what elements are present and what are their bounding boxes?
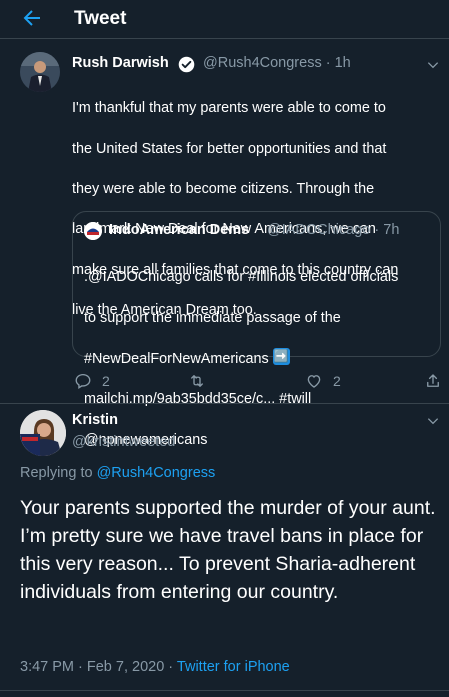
quote-avatar xyxy=(84,222,102,240)
tweet-meta: 3:47 PM · Feb 7, 2020 · Twitter for iPho… xyxy=(20,659,290,675)
chevron-down-icon[interactable] xyxy=(426,58,440,72)
tweet-source-link[interactable]: Twitter for iPhone xyxy=(177,659,290,675)
quoted-tweet-card[interactable]: IndoAmerican Dems @IADOChicago · 7h .@IA… xyxy=(72,211,441,448)
reply-text: Your parents supported the murder of you… xyxy=(20,497,436,603)
tweet-divider xyxy=(0,403,449,404)
quote-time: · 7h xyxy=(374,222,400,238)
back-arrow-icon[interactable] xyxy=(20,6,44,30)
tweet-line: they were able to become citizens. Throu… xyxy=(72,181,375,198)
quote-avatar-logo xyxy=(84,222,102,240)
handle-text: @Rush4Congress xyxy=(203,55,322,71)
quote-author-name: IndoAmerican Dems xyxy=(109,222,250,238)
share-icon xyxy=(427,374,439,387)
avatar-photo xyxy=(20,52,60,92)
share-button[interactable] xyxy=(424,372,442,390)
quote-handle-text: @IADOChicago xyxy=(267,222,371,238)
verified-badge-icon xyxy=(178,56,195,73)
header-divider xyxy=(0,38,449,39)
quote-line: mailchi.mp/9ab35bdd35ce/c... #twill xyxy=(84,391,312,408)
like-button[interactable]: 2 xyxy=(305,372,341,390)
author-name[interactable]: Rush Darwish xyxy=(72,55,169,71)
reply-timestamp: 3:47 PM · Feb 7, 2020 · xyxy=(20,659,174,675)
reply-button[interactable]: 2 xyxy=(74,372,110,390)
reply-icon xyxy=(75,373,91,390)
reply-avatar-photo xyxy=(20,410,66,456)
tweet-time: · 1h xyxy=(325,55,351,71)
quote-line: .@IADOChicago calls for #Illinois electe… xyxy=(84,269,399,286)
retweet-button[interactable] xyxy=(188,372,206,390)
arrow-emoji: ➡️ xyxy=(272,348,290,366)
reply-avatar[interactable] xyxy=(20,410,66,456)
reply-chevron-down-icon[interactable] xyxy=(426,414,440,428)
top-bar: Tweet xyxy=(0,0,449,38)
quote-line: to support the immediate passage of the xyxy=(84,309,341,326)
bottom-divider xyxy=(0,690,449,691)
tweet-line: the United States for better opportuniti… xyxy=(72,140,387,157)
replying-to-line: Replying to @Rush4Congress xyxy=(20,465,215,481)
replying-to-link[interactable]: @Rush4Congress xyxy=(97,465,216,481)
replying-to-label: Replying to xyxy=(20,465,93,481)
reply-author-name[interactable]: Kristin xyxy=(72,412,118,428)
retweet-icon xyxy=(191,375,203,387)
avatar[interactable] xyxy=(20,52,60,92)
quote-hashtag: #NewDealForNewAmericans xyxy=(84,351,269,368)
quote-line: #NewDealForNewAmericans ➡️ xyxy=(84,348,434,369)
reply-count: 2 xyxy=(102,373,110,389)
quote-author-handle: @IADOChicago · 7h xyxy=(267,222,399,238)
heart-icon xyxy=(307,375,321,388)
like-count: 2 xyxy=(333,373,341,389)
reply-author-handle[interactable]: @kristintweeted xyxy=(72,434,175,450)
tweet-line: I'm thankful that my parents were able t… xyxy=(72,100,386,117)
author-handle[interactable]: @Rush4Congress · 1h xyxy=(203,55,351,71)
page-title: Tweet xyxy=(74,8,127,29)
